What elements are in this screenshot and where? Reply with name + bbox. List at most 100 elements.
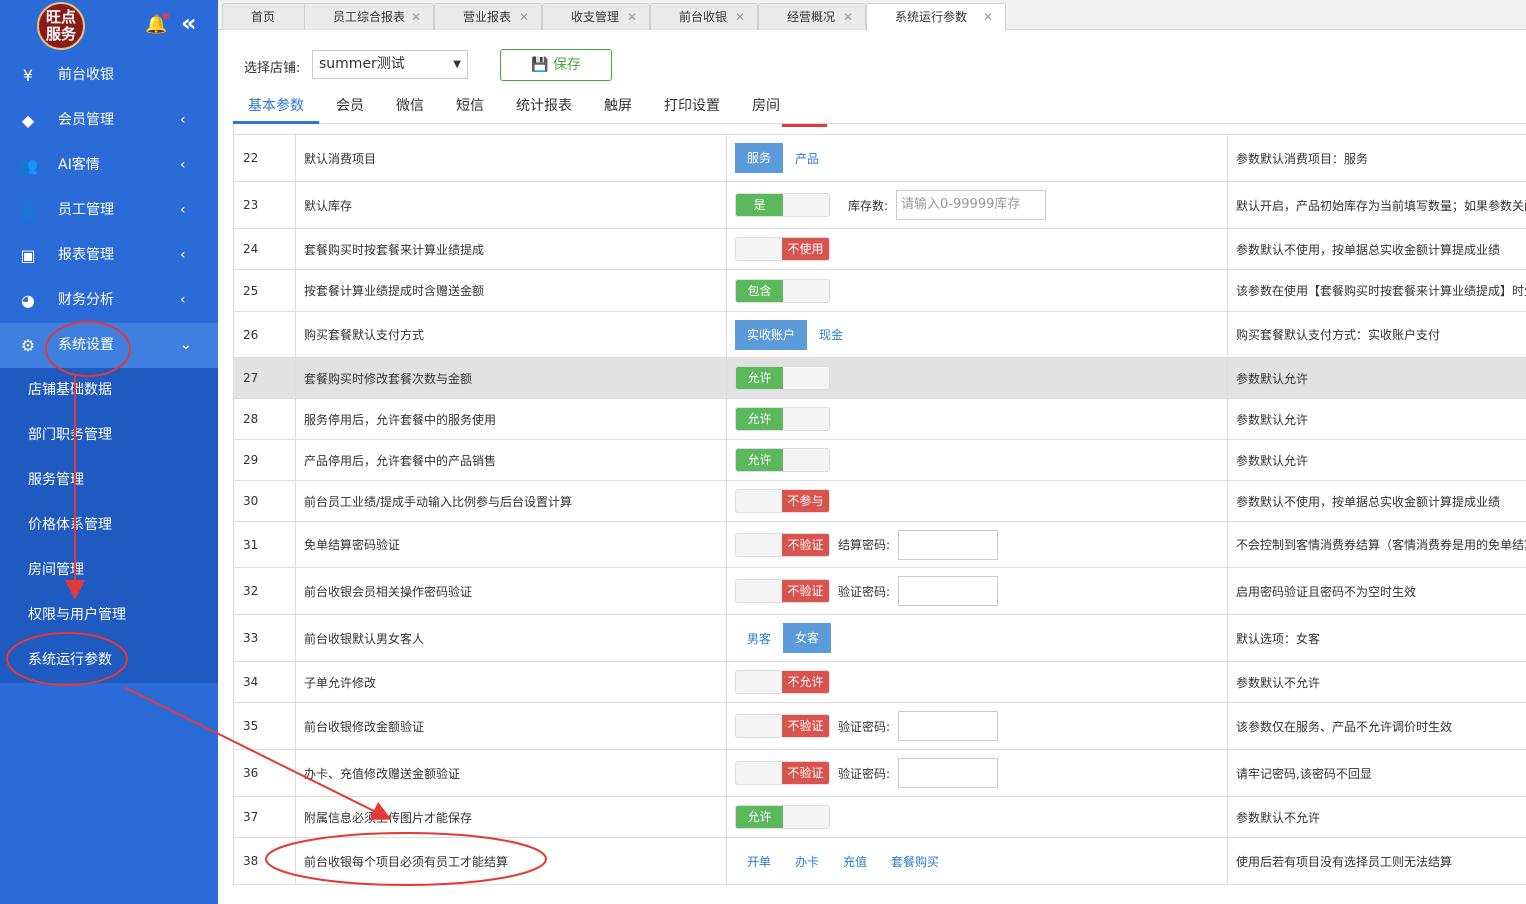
- close-icon[interactable]: ✕: [627, 4, 637, 31]
- submenu-store-data[interactable]: 店铺基础数据: [0, 368, 218, 413]
- tab-print-settings[interactable]: 打印设置: [657, 92, 727, 124]
- option-group: 服务 产品: [727, 135, 1228, 181]
- password-input[interactable]: [898, 758, 999, 788]
- option-female[interactable]: 女客: [783, 623, 832, 653]
- store-select[interactable]: summer测试 ▼: [312, 50, 468, 79]
- menu-finance[interactable]: ◕ 财务分析 ‹: [0, 278, 218, 323]
- menu-members[interactable]: ◆ 会员管理 ‹: [0, 98, 218, 143]
- close-icon[interactable]: ✕: [735, 4, 745, 31]
- submenu-rooms[interactable]: 房间管理: [0, 548, 218, 593]
- password-input[interactable]: [898, 576, 999, 606]
- menu-system-settings[interactable]: ⚙ 系统设置 ⌄: [0, 323, 218, 368]
- close-icon[interactable]: ✕: [519, 4, 529, 31]
- diamond-icon: ◆: [21, 111, 35, 130]
- toggle-switch[interactable]: 不验证: [735, 579, 830, 603]
- menu-cashier[interactable]: ¥ 前台收银: [0, 53, 218, 98]
- password-input[interactable]: [898, 711, 999, 741]
- user-icon: 👤: [18, 201, 38, 220]
- toggle-switch[interactable]: 包含: [735, 278, 830, 303]
- chevron-left-icon: ‹: [180, 292, 186, 308]
- link-package-purchase[interactable]: 套餐购买: [879, 853, 951, 870]
- tab-touchscreen[interactable]: 触屏: [595, 92, 641, 124]
- toggle-switch[interactable]: 允许: [735, 805, 830, 829]
- option-male[interactable]: 男客: [735, 630, 783, 647]
- password-input[interactable]: [898, 529, 999, 560]
- table-row: 37 附属信息必须上传图片才能保存 允许 参数默认不允许: [234, 797, 1526, 838]
- toggle-switch[interactable]: 允许: [735, 366, 830, 390]
- chevron-left-icon: ‹: [180, 247, 186, 263]
- tab-rooms[interactable]: 房间: [743, 92, 789, 124]
- save-button[interactable]: 💾 保存: [500, 49, 612, 81]
- toggle-switch[interactable]: 不参与: [735, 489, 830, 513]
- tab-home[interactable]: 首页: [222, 3, 312, 30]
- option-service[interactable]: 服务: [735, 143, 784, 173]
- toggle-switch[interactable]: 不验证: [735, 532, 830, 557]
- toggle-switch[interactable]: 不允许: [735, 670, 830, 694]
- bell-icon[interactable]: 🔔: [145, 13, 170, 35]
- tab-basic-params[interactable]: 基本参数: [233, 92, 319, 124]
- table-row: 30 前台员工业绩/提成手动输入比例参与后台设置计算 不参与 参数默认不使用，按…: [234, 481, 1526, 522]
- table-row: 26 购买套餐默认支付方式 实收账户 现金 购买套餐默认支付方式：实收账户支付: [234, 312, 1526, 358]
- toggle-switch[interactable]: 不使用: [735, 237, 830, 261]
- toggle-switch[interactable]: 不验证: [735, 714, 830, 738]
- close-icon[interactable]: ✕: [411, 4, 421, 31]
- yen-icon: ¥: [22, 66, 34, 85]
- toggle-switch[interactable]: 允许: [735, 407, 830, 431]
- tab-members[interactable]: 会员: [327, 92, 373, 124]
- tab-business-report[interactable]: 营业报表 ✕: [434, 3, 542, 30]
- submenu-departments[interactable]: 部门职务管理: [0, 413, 218, 458]
- gear-icon: ⚙: [20, 336, 36, 355]
- tab-wechat[interactable]: 微信: [387, 92, 433, 124]
- toggle-switch[interactable]: 允许: [735, 448, 830, 472]
- option-cash[interactable]: 现金: [807, 326, 855, 343]
- chevron-left-icon: ‹: [180, 202, 186, 218]
- brand-logo: 旺点 服务: [37, 2, 85, 50]
- tab-staff-report[interactable]: 员工综合报表 ✕: [304, 3, 434, 30]
- table-row: 36 办卡、充值修改赠送金额验证 不验证 验证密码: 请牢记密码,该密码不回显: [234, 750, 1526, 797]
- sidebar-header: 旺点 服务 🔔 «: [0, 0, 218, 53]
- table-row: 25 按套餐计算业绩提成时含赠送金额 包含 该参数在使用【套餐购买时按套餐来计算…: [234, 270, 1526, 312]
- stock-input[interactable]: 请输入0-99999库存: [896, 190, 1047, 220]
- submenu-pricing[interactable]: 价格体系管理: [0, 503, 218, 548]
- option-product[interactable]: 产品: [783, 150, 831, 167]
- tab-bar: 首页 员工综合报表 ✕ 营业报表 ✕ 收支管理 ✕ 前台收银 ✕ 经营概况 ✕ 系统运行参…: [218, 0, 1526, 31]
- tab-cashier[interactable]: 前台收银 ✕: [650, 3, 758, 30]
- table-row: 32 前台收银会员相关操作密码验证 不验证 验证密码: 启用密码验证且密码不为空时…: [234, 568, 1526, 615]
- table-row: 22 默认消费项目 服务 产品 参数默认消费项目：服务: [234, 135, 1526, 182]
- link-open-order[interactable]: 开单: [735, 853, 783, 870]
- submenu-services[interactable]: 服务管理: [0, 458, 218, 503]
- previous-row-edge: [234, 124, 1526, 135]
- tab-stat-reports[interactable]: 统计报表: [509, 92, 579, 124]
- params-table: 22 默认消费项目 服务 产品 参数默认消费项目：服务 23 默认库存 是库存数:…: [233, 124, 1526, 886]
- main-content: 首页 员工综合报表 ✕ 营业报表 ✕ 收支管理 ✕ 前台收银 ✕ 经营概况 ✕ 系统运行参…: [218, 0, 1526, 904]
- chevron-left-icon: ‹: [180, 112, 186, 128]
- system-settings-submenu: 店铺基础数据 部门职务管理 服务管理 价格体系管理 房间管理 权限与用户管理 系…: [0, 368, 218, 683]
- table-row: 27 套餐购买时修改套餐次数与金额 允许 参数默认允许: [234, 358, 1526, 399]
- tab-overview[interactable]: 经营概况 ✕: [758, 3, 866, 30]
- save-icon: 💾: [531, 57, 549, 73]
- collapse-sidebar-icon[interactable]: «: [181, 9, 197, 37]
- toggle-switch[interactable]: 不验证: [735, 761, 830, 785]
- tab-sms[interactable]: 短信: [447, 92, 493, 124]
- close-icon[interactable]: ✕: [983, 4, 993, 31]
- link-recharge[interactable]: 充值: [831, 853, 879, 870]
- table-row: 23 默认库存 是库存数: 请输入0-99999库存 默认开启，产品初始库存为当前…: [234, 182, 1526, 229]
- option-actual-account[interactable]: 实收账户: [735, 319, 808, 350]
- close-icon[interactable]: ✕: [843, 4, 853, 31]
- table-row: 35 前台收银修改金额验证 不验证 验证密码: 该参数仅在服务、产品不允许调价时生…: [234, 703, 1526, 750]
- tab-system-params[interactable]: 系统运行参数 ✕: [866, 3, 1006, 31]
- tab-income-expense[interactable]: 收支管理 ✕: [542, 3, 650, 30]
- menu-reports[interactable]: ▣ 报表管理 ‹: [0, 233, 218, 278]
- submenu-system-params[interactable]: 系统运行参数: [0, 638, 218, 683]
- param-tabs: 基本参数 会员 微信 短信 统计报表 触屏 打印设置 房间: [233, 92, 1526, 124]
- monitor-icon: ▣: [20, 246, 36, 265]
- chevron-down-icon: ⌄: [180, 337, 192, 353]
- menu-staff[interactable]: 👤 员工管理 ‹: [0, 188, 218, 233]
- link-card[interactable]: 办卡: [783, 853, 831, 870]
- toggle-switch[interactable]: 是: [735, 193, 830, 217]
- submenu-permissions[interactable]: 权限与用户管理: [0, 593, 218, 638]
- pie-chart-icon: ◕: [21, 291, 35, 310]
- menu-ai-relations[interactable]: 👥 AI客情 ‹: [0, 143, 218, 188]
- user-group-icon: 👥: [18, 156, 38, 175]
- dropdown-arrow-icon: ▼: [453, 59, 461, 70]
